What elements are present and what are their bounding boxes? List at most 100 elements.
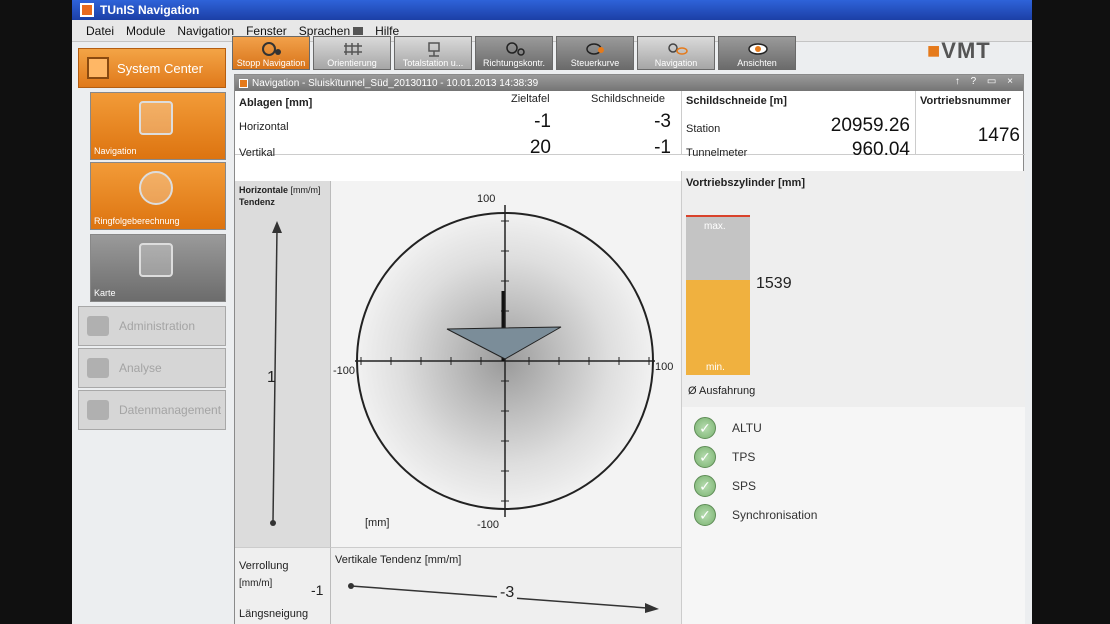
datenmanagement-icon bbox=[87, 400, 109, 420]
sidebar-tile-ringfolgeberechnung[interactable]: Ringfolgeberechnung bbox=[90, 162, 226, 230]
v-zieltafel-value: 20 bbox=[529, 137, 551, 158]
tool-orientierung[interactable]: Orientierung bbox=[313, 36, 391, 70]
menu-datei[interactable]: Datei bbox=[86, 24, 114, 38]
tendenz-label: Tendenz bbox=[239, 197, 275, 207]
v-schildschneide-value: -1 bbox=[654, 137, 671, 158]
check-icon: ✓ bbox=[694, 446, 716, 468]
sidebar-tile-karte[interactable]: Karte bbox=[90, 234, 226, 302]
col-zieltafel: Zieltafel bbox=[511, 93, 550, 105]
tool-label: Navigation bbox=[654, 58, 698, 68]
vortriebszylinder-panel: Vortriebszylinder [mm] max. min. 1539 Ø … bbox=[681, 171, 1025, 407]
horizontal-tendenz-value: 1 bbox=[267, 369, 276, 386]
vortriebsnummer-label: Vortriebsnummer bbox=[920, 95, 1011, 107]
orientation-icon bbox=[344, 43, 362, 55]
sidebar-button-label: Analyse bbox=[119, 361, 162, 375]
administration-icon bbox=[87, 316, 109, 336]
menu-module[interactable]: Module bbox=[126, 24, 165, 38]
cylinder-max-label: max. bbox=[704, 221, 726, 232]
tool-stopp-navigation[interactable]: Stopp Navigation bbox=[232, 36, 310, 70]
vortriebszylinder-label: Vortriebszylinder [mm] bbox=[686, 177, 805, 189]
tool-label: Ansichten bbox=[737, 58, 777, 68]
sidebar-button-label: Administration bbox=[119, 319, 196, 333]
vertikale-tendenz-panel: Vertikale Tendenz [mm/m] -3 bbox=[331, 547, 681, 624]
schildschneide-panel: Schildschneide [m] Station 20959.26 Tunn… bbox=[681, 91, 915, 160]
h-zieltafel-value: -1 bbox=[534, 111, 551, 132]
sidebar-button-administration[interactable]: Administration bbox=[78, 306, 226, 346]
sidebar: System Center Navigation Ringfolgeberech… bbox=[78, 48, 228, 624]
status-panel: ✓ ALTU ✓ TPS ✓ SPS ✓ Synchronisation bbox=[681, 407, 1025, 624]
tool-richtungskontrolle[interactable]: Richtungskontr. bbox=[475, 36, 553, 70]
verrollung-value: -1 bbox=[311, 582, 324, 598]
target-left-label: -100 bbox=[333, 365, 356, 377]
status-item-altu: ✓ ALTU bbox=[694, 417, 762, 439]
menu-navigation[interactable]: Navigation bbox=[177, 24, 234, 38]
verrollung-unit: [mm/m] bbox=[239, 578, 273, 589]
direction-control-icon bbox=[506, 42, 525, 56]
tool-label: Totalstation u... bbox=[402, 58, 464, 68]
toolbar: Stopp Navigation Orientierung Totalstati… bbox=[232, 36, 796, 72]
cylinder-min-label: min. bbox=[706, 362, 725, 373]
tool-label: Steuerkurve bbox=[570, 58, 620, 68]
tunnelmeter-value: 960.04 bbox=[851, 139, 910, 160]
tool-steuerkurve[interactable]: Steuerkurve bbox=[556, 36, 634, 70]
map-icon bbox=[139, 243, 173, 277]
title-bar: TUnIS Navigation bbox=[72, 0, 1032, 20]
navigation-window-header: Navigation - Sluiskïtunnel_Süd_20130110 … bbox=[235, 75, 1023, 91]
tool-label: Orientierung bbox=[327, 58, 377, 68]
navigation-icon bbox=[139, 101, 173, 135]
sidebar-tile-navigation[interactable]: Navigation bbox=[90, 92, 226, 160]
system-center-label: System Center bbox=[117, 60, 203, 76]
vertikale-tendenz-value: -3 bbox=[497, 584, 518, 602]
tool-totalstation[interactable]: Totalstation u... bbox=[394, 36, 472, 70]
ablagen-label: Ablagen [mm] bbox=[239, 97, 313, 109]
logo-text: VMT bbox=[941, 38, 991, 63]
tool-ansichten[interactable]: Ansichten bbox=[718, 36, 796, 70]
check-icon: ✓ bbox=[694, 504, 716, 526]
h-schildschneide-value: -3 bbox=[654, 111, 671, 132]
status-label: Synchronisation bbox=[732, 508, 818, 522]
vortriebsnummer-value: 1476 bbox=[977, 125, 1020, 146]
station-label: Station bbox=[686, 123, 721, 135]
schildschneide-label: Schildschneide [m] bbox=[686, 95, 787, 107]
navigation-window-title: Navigation - Sluiskïtunnel_Süd_20130110 … bbox=[252, 77, 539, 89]
cylinder-fill bbox=[686, 280, 750, 375]
flag-icon bbox=[353, 26, 364, 35]
window-controls[interactable]: ↑ ? ▭ × bbox=[955, 76, 1017, 87]
ring-icon bbox=[139, 171, 173, 205]
analyse-icon bbox=[87, 358, 109, 378]
ausfahrung-label: Ø Ausfahrung bbox=[688, 385, 756, 397]
vortriebsnummer-panel: Vortriebsnummer 1476 bbox=[915, 91, 1025, 155]
target-unit-label: [mm] bbox=[365, 517, 390, 529]
vmt-logo: ■VMT bbox=[927, 38, 991, 63]
sidebar-tile-label: Karte bbox=[94, 288, 116, 298]
status-item-sps: ✓ SPS bbox=[694, 475, 756, 497]
target-right-label: 100 bbox=[655, 361, 674, 373]
system-center-button[interactable]: System Center bbox=[78, 48, 226, 88]
tool-navigation[interactable]: Navigation bbox=[637, 36, 715, 70]
horizontal-tendenz-panel: Horizontale [mm/m] Tendenz 1 bbox=[235, 181, 331, 547]
sidebar-tile-label: Navigation bbox=[94, 146, 137, 156]
status-item-tps: ✓ TPS bbox=[694, 446, 755, 468]
row-horizontal: Horizontal bbox=[239, 121, 289, 133]
tool-label: Stopp Navigation bbox=[236, 58, 306, 68]
window-title: TUnIS Navigation bbox=[100, 3, 200, 17]
col-schildschneide: Schildschneide bbox=[591, 93, 665, 105]
sidebar-button-datenmanagement[interactable]: Datenmanagement bbox=[78, 390, 226, 430]
totalstation-icon bbox=[428, 42, 440, 57]
status-label: SPS bbox=[732, 479, 757, 493]
tool-label: Richtungskontr. bbox=[482, 58, 546, 68]
screen: TUnIS Navigation Datei Module Navigation… bbox=[72, 0, 1032, 624]
status-label: TPS bbox=[732, 450, 756, 464]
stop-navigation-icon bbox=[262, 42, 281, 56]
sidebar-button-analyse[interactable]: Analyse bbox=[78, 348, 226, 388]
status-item-synchronisation: ✓ Synchronisation bbox=[694, 504, 817, 526]
verrollung-panel: Verrollung [mm/m] -1 Längsneigung bbox=[235, 547, 331, 624]
steering-curve-icon bbox=[586, 43, 604, 55]
row-vertikal: Vertikal bbox=[239, 147, 276, 159]
horizontal-tendenz-unit: [mm/m] bbox=[290, 185, 321, 195]
window-icon bbox=[239, 78, 248, 88]
check-icon: ✓ bbox=[694, 475, 716, 497]
tunnelmeter-label: Tunnelmeter bbox=[686, 147, 748, 159]
target-crosshair bbox=[355, 205, 655, 517]
navigation-window: Navigation - Sluiskïtunnel_Süd_20130110 … bbox=[234, 74, 1025, 624]
